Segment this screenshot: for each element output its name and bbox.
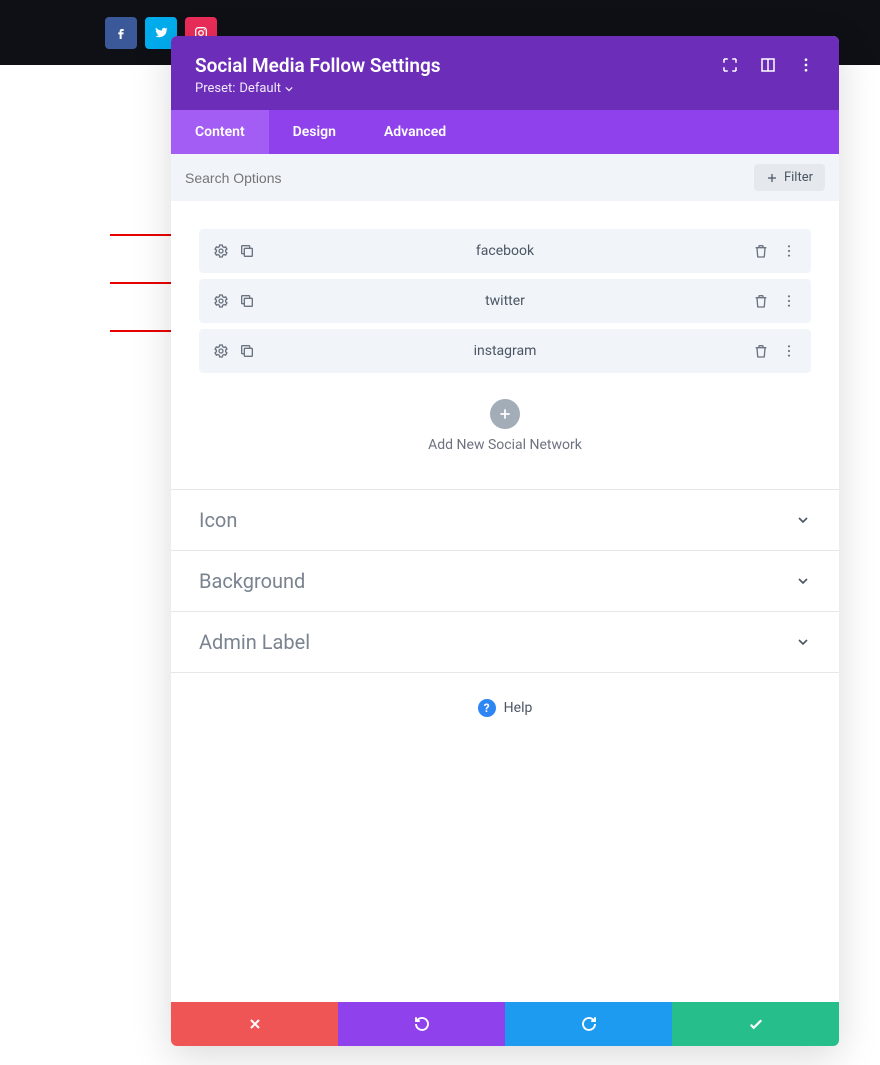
duplicate-icon[interactable] [239, 343, 255, 359]
redo-button[interactable] [505, 1002, 672, 1046]
modal-title: Social Media Follow Settings [195, 54, 441, 77]
redo-icon [580, 1015, 598, 1033]
chevron-down-icon [795, 512, 811, 528]
filter-button[interactable]: Filter [754, 164, 825, 191]
undo-icon [413, 1015, 431, 1033]
more-icon[interactable] [781, 243, 797, 259]
item-label: twitter [199, 293, 811, 309]
chevron-down-icon [795, 573, 811, 589]
items-list: facebook twitter [171, 201, 839, 489]
item-row-facebook[interactable]: facebook [199, 229, 811, 273]
facebook-icon[interactable] [105, 17, 137, 49]
add-button[interactable] [490, 399, 520, 429]
more-icon[interactable] [781, 343, 797, 359]
accordion-admin-label[interactable]: Admin Label [171, 611, 839, 672]
preset-selector[interactable]: Preset: Default [195, 81, 441, 96]
gear-icon[interactable] [213, 293, 229, 309]
search-bar: Filter [171, 154, 839, 201]
caret-down-icon [285, 85, 293, 93]
check-icon [747, 1015, 765, 1033]
trash-icon[interactable] [753, 243, 769, 259]
modal-footer [171, 1002, 839, 1046]
save-button[interactable] [672, 1002, 839, 1046]
tab-design[interactable]: Design [269, 110, 360, 154]
help-row[interactable]: ? Help [171, 672, 839, 743]
help-icon: ? [478, 699, 496, 717]
item-row-instagram[interactable]: instagram [199, 329, 811, 373]
plus-icon [498, 407, 512, 421]
modal-header: Social Media Follow Settings Preset: Def… [171, 36, 839, 110]
search-input[interactable] [185, 170, 744, 186]
accordion-background[interactable]: Background [171, 550, 839, 611]
item-row-twitter[interactable]: twitter [199, 279, 811, 323]
trash-icon[interactable] [753, 343, 769, 359]
gear-icon[interactable] [213, 343, 229, 359]
close-icon [247, 1016, 263, 1032]
chevron-down-icon [795, 634, 811, 650]
duplicate-icon[interactable] [239, 293, 255, 309]
more-icon[interactable] [797, 56, 815, 74]
duplicate-icon[interactable] [239, 243, 255, 259]
more-icon[interactable] [781, 293, 797, 309]
cancel-button[interactable] [171, 1002, 338, 1046]
accordion-icon[interactable]: Icon [171, 489, 839, 550]
trash-icon[interactable] [753, 293, 769, 309]
plus-icon [766, 172, 778, 184]
columns-icon[interactable] [759, 56, 777, 74]
item-label: facebook [199, 243, 811, 259]
expand-icon[interactable] [721, 56, 739, 74]
tabs: Content Design Advanced [171, 110, 839, 154]
undo-button[interactable] [338, 1002, 505, 1046]
add-label: Add New Social Network [199, 437, 811, 453]
tab-content[interactable]: Content [171, 110, 269, 154]
gear-icon[interactable] [213, 243, 229, 259]
item-label: instagram [199, 343, 811, 359]
settings-modal: Social Media Follow Settings Preset: Def… [171, 36, 839, 1046]
tab-advanced[interactable]: Advanced [360, 110, 470, 154]
